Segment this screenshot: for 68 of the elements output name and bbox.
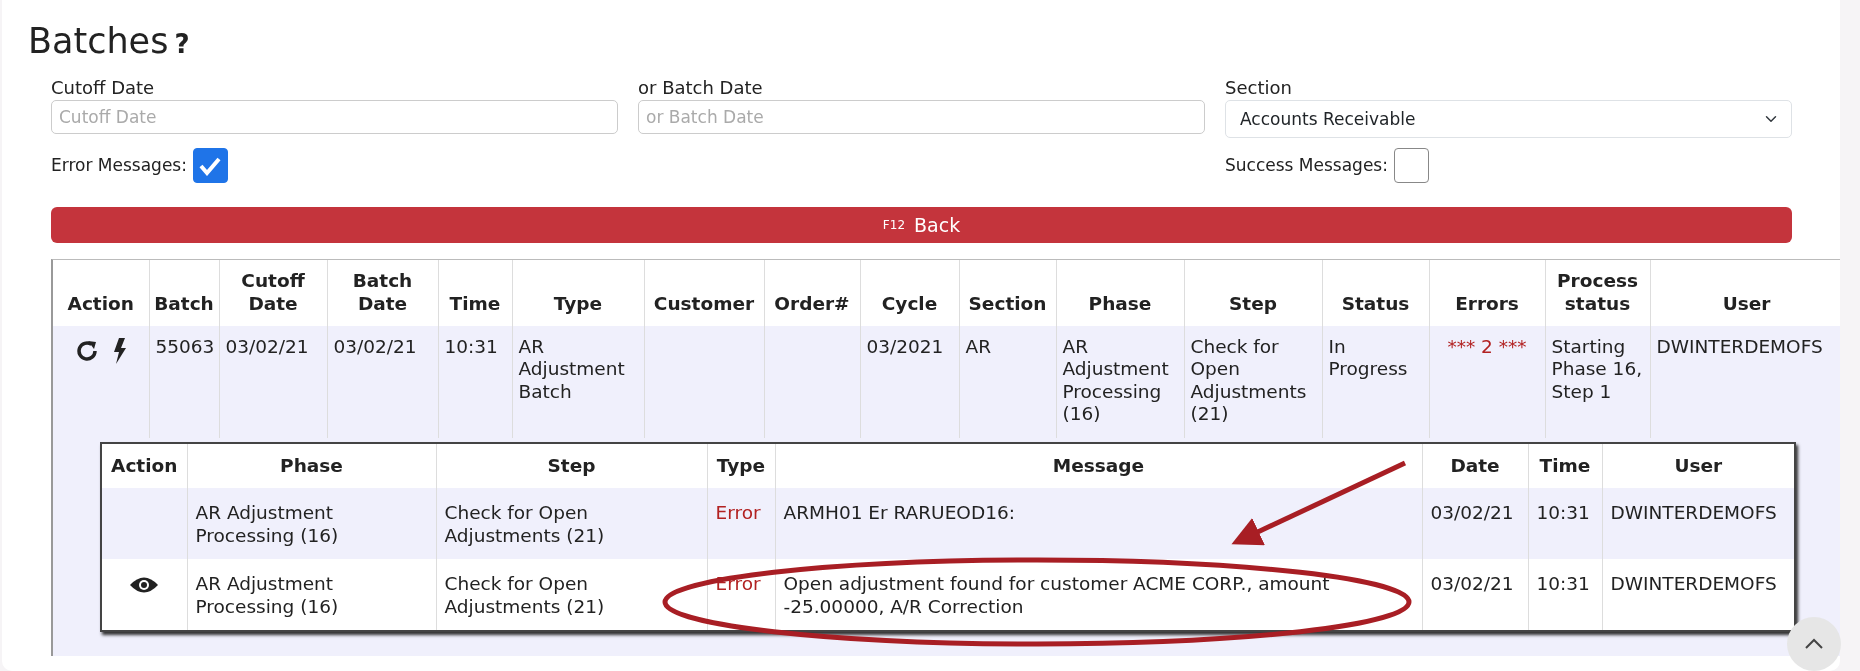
table-cell: 03/02/21 bbox=[219, 325, 327, 438]
table-cell: DWINTERDEMOFS bbox=[1602, 559, 1795, 632]
cutoff-date-field[interactable]: Cutoff Date bbox=[51, 100, 618, 135]
column-header: User bbox=[1650, 260, 1840, 326]
column-header: Cycle bbox=[860, 260, 959, 326]
table-cell: 10:31 bbox=[1528, 487, 1602, 560]
table-cell: AR Adjustment Processing (16) bbox=[187, 559, 436, 632]
table-cell: Check for Open Adjustments (21) bbox=[436, 559, 707, 632]
column-header: Process status bbox=[1545, 260, 1650, 326]
table-cell: Error bbox=[707, 487, 775, 560]
page-title: Batches bbox=[28, 21, 169, 61]
table-cell: AR Adjustment Processing (16) bbox=[187, 487, 436, 560]
table-cell: DWINTERDEMOFS bbox=[1650, 325, 1840, 438]
table-cell: In Progress bbox=[1322, 325, 1429, 438]
table-cell: 03/02/21 bbox=[1422, 487, 1528, 560]
table-cell: Open adjustment found for customer ACME CORP., amount -25.00000, A/R Correction bbox=[775, 559, 1422, 632]
column-header: Phase bbox=[1056, 260, 1184, 326]
eye-icon[interactable] bbox=[129, 576, 160, 595]
table-cell: ARMH01 Er RARUEOD16: bbox=[775, 487, 1422, 560]
column-header: Errors bbox=[1429, 260, 1545, 326]
column-header: Step bbox=[1184, 260, 1322, 326]
table-cell: 03/02/21 bbox=[1422, 559, 1528, 632]
column-header: Batch Date bbox=[327, 260, 438, 326]
column-header: Customer bbox=[644, 260, 764, 326]
column-header: Action bbox=[53, 260, 149, 326]
column-header: Cutoff Date bbox=[219, 260, 327, 326]
column-header: Time bbox=[1528, 442, 1602, 488]
column-header: Message bbox=[775, 442, 1422, 488]
column-header: User bbox=[1602, 442, 1795, 488]
column-header: Order# bbox=[764, 260, 860, 326]
column-header: Action bbox=[101, 442, 187, 488]
checkmark-icon bbox=[199, 155, 222, 176]
table-cell: 10:31 bbox=[1528, 559, 1602, 632]
table-cell: Check for Open Adjustments (21) bbox=[436, 487, 707, 560]
checkbox-label: Success Messages: bbox=[1225, 154, 1388, 178]
column-header: Date bbox=[1422, 442, 1528, 488]
error-messages-checkbox[interactable] bbox=[192, 148, 228, 184]
field-label: Section bbox=[1225, 76, 1293, 100]
column-header: Batch bbox=[149, 260, 219, 326]
column-header: Type bbox=[707, 442, 775, 488]
help-link[interactable]: ? bbox=[174, 29, 190, 59]
table-cell: AR bbox=[959, 325, 1056, 438]
field-label: or Batch Date bbox=[638, 76, 764, 100]
table-cell: Check for Open Adjustments (21) bbox=[1184, 325, 1322, 438]
column-header: Section bbox=[959, 260, 1056, 326]
table-cell: *** 2 *** bbox=[1429, 325, 1545, 438]
back-button[interactable]: F12 Back bbox=[51, 207, 1792, 244]
batch-date-field[interactable]: or Batch Date bbox=[638, 100, 1205, 135]
column-header: Status bbox=[1322, 260, 1429, 326]
column-header: Type bbox=[512, 260, 644, 326]
table-cell: 10:31 bbox=[438, 325, 512, 438]
refresh-icon[interactable] bbox=[74, 338, 99, 363]
table-cell: Starting Phase 16, Step 1 bbox=[1545, 325, 1650, 438]
checkbox-label: Error Messages: bbox=[51, 154, 187, 178]
table-cell: AR Adjustment Processing (16) bbox=[1056, 325, 1184, 438]
column-header: Step bbox=[436, 442, 707, 488]
table-cell: 03/2021 bbox=[860, 325, 959, 438]
table-cell: AR Adjustment Batch bbox=[512, 325, 644, 438]
table-cell: 55063 bbox=[149, 325, 219, 438]
column-header: Phase bbox=[187, 442, 436, 488]
field-label: Cutoff Date bbox=[51, 76, 156, 100]
table-cell: DWINTERDEMOFS bbox=[1602, 487, 1795, 560]
chevron-up-icon bbox=[1804, 638, 1824, 650]
success-messages-checkbox[interactable] bbox=[1393, 148, 1429, 184]
lightning-icon[interactable] bbox=[112, 337, 127, 364]
table-cell: 03/02/21 bbox=[327, 325, 438, 438]
column-header: Time bbox=[438, 260, 512, 326]
section-select[interactable]: Accounts Receivable bbox=[1225, 100, 1792, 139]
